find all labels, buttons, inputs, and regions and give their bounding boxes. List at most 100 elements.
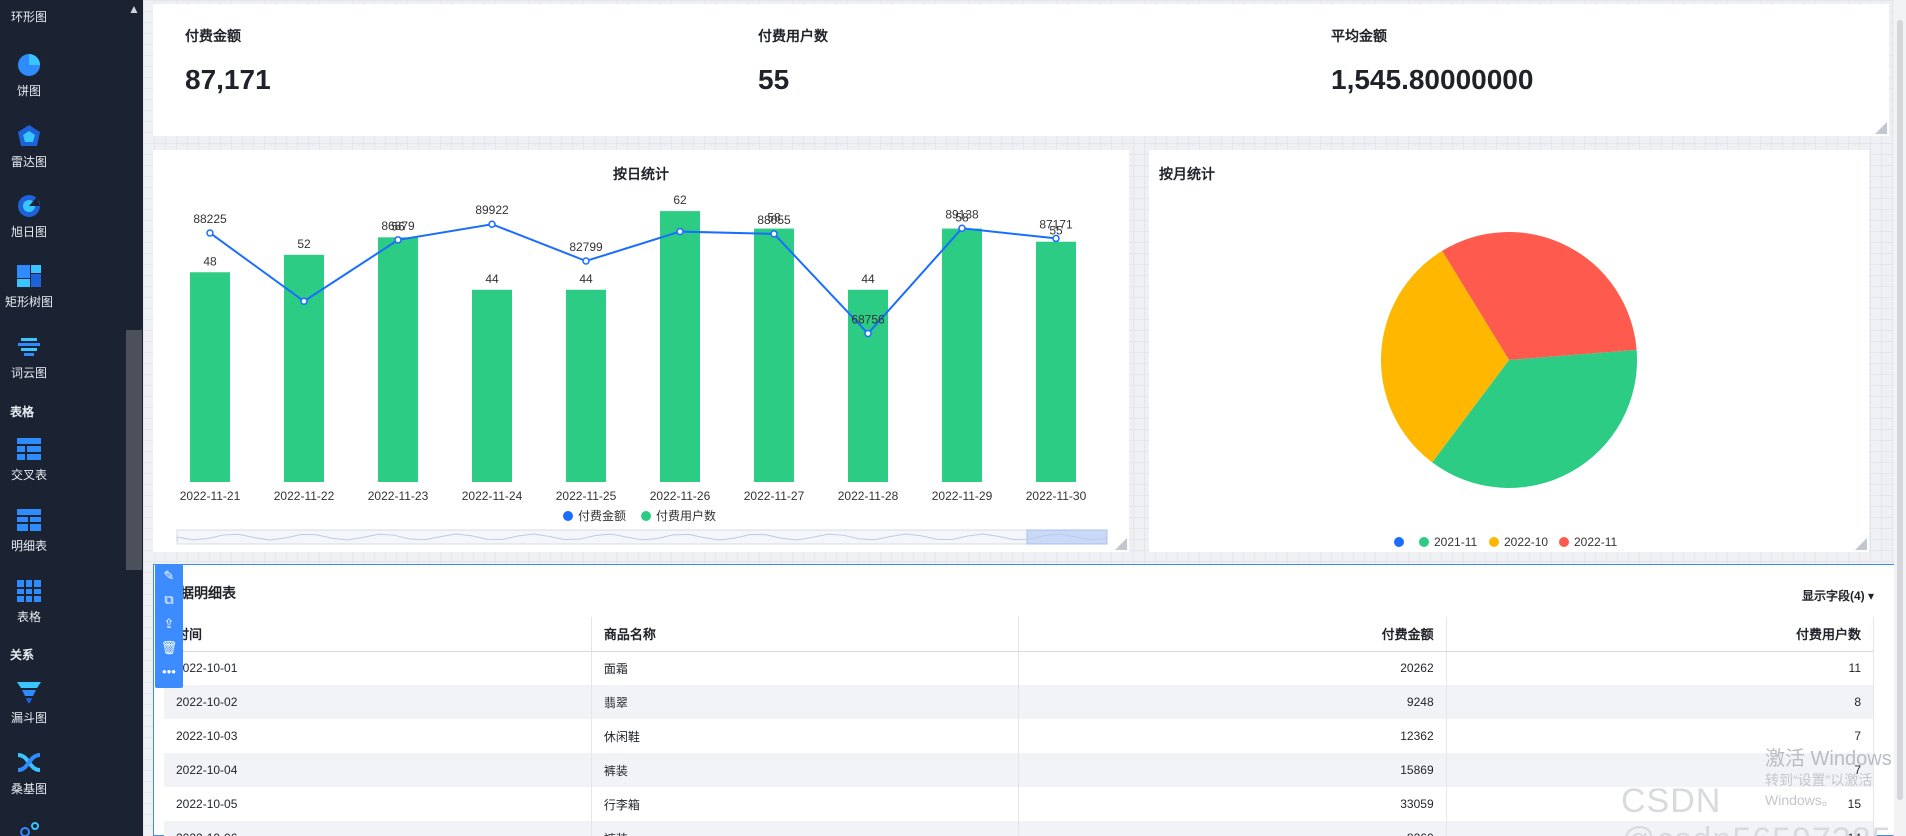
- sidebar-item-donut[interactable]: 环形图: [0, 0, 58, 25]
- table-row[interactable]: 2022-10-01 面霜 20262 11: [164, 651, 1875, 685]
- resize-handle[interactable]: [1115, 538, 1127, 550]
- x-tick-label: 2022-11-27: [744, 489, 805, 503]
- line-data-label: 82799: [569, 240, 603, 254]
- table-header-row: 时间 商品名称 付费金额 付费用户数: [164, 617, 1875, 652]
- copy-icon[interactable]: ⧉: [155, 588, 183, 612]
- cell-amount: 33059: [1018, 787, 1447, 821]
- bar-data-label: 44: [485, 272, 499, 286]
- cell-users: 8: [1446, 685, 1875, 719]
- table-row[interactable]: 2022-10-02 翡翠 9248 8: [164, 685, 1875, 719]
- table-row[interactable]: 2022-10-05 行李箱 33059 15: [164, 787, 1875, 821]
- sidebar-item-sankey[interactable]: 桑基图: [0, 750, 58, 797]
- bar-data-label: 44: [861, 272, 875, 286]
- delete-icon[interactable]: 🗑: [155, 636, 183, 660]
- chevron-down-icon: ▾: [1867, 589, 1874, 603]
- cell-time: 2022-10-04: [164, 753, 592, 787]
- kpi-title: 付费用户数: [758, 28, 828, 44]
- sidebar-item-label: 明细表: [10, 539, 47, 553]
- kpi-title: 付费金额: [185, 28, 241, 44]
- sidebar-item-detail-table[interactable]: 明细表: [0, 507, 58, 554]
- resize-handle[interactable]: [1855, 538, 1867, 550]
- cell-product: 休闲鞋: [591, 719, 1020, 753]
- legend-label: 2022-11: [1574, 535, 1617, 549]
- sidebar-scrollbar[interactable]: [126, 330, 142, 570]
- sidebar-item-label: 旭日图: [10, 225, 47, 239]
- sidebar-item-treemap[interactable]: 矩形树图: [0, 263, 58, 310]
- daily-chart-panel[interactable]: 按日统计 48 2022-11-21 52 2022-11-22 56 2022-11-2…: [153, 150, 1129, 552]
- sidebar-item-table[interactable]: 表格: [0, 578, 58, 625]
- column-header-time[interactable]: 时间: [164, 617, 592, 652]
- scrollbar-thumb[interactable]: [1897, 20, 1903, 800]
- section-relation: 关系: [10, 648, 35, 662]
- bar-paid-users: [660, 211, 700, 482]
- bar-paid-users: [378, 237, 418, 482]
- sidebar-item-label: 饼图: [16, 84, 41, 98]
- cell-time: 2022-10-02: [164, 685, 592, 719]
- cross-table-icon: [17, 438, 41, 460]
- column-header-product[interactable]: 商品名称: [591, 617, 1020, 652]
- cell-amount: 15869: [1018, 753, 1447, 787]
- column-header-users[interactable]: 付费用户数: [1446, 617, 1875, 652]
- sidebar-item-wordcloud[interactable]: 词云图: [0, 334, 58, 381]
- table-icon: [17, 580, 41, 602]
- sidebar-item-sunburst[interactable]: 旭日图: [0, 193, 58, 240]
- x-tick-label: 2022-11-23: [368, 489, 429, 503]
- cell-users: 11: [1446, 651, 1875, 685]
- sidebar-item-label: 环形图: [10, 10, 47, 24]
- resize-handle[interactable]: [1875, 122, 1887, 134]
- sidebar-item-cross-table[interactable]: 交叉表: [0, 436, 58, 483]
- line-data-label: 88225: [193, 212, 227, 226]
- bar-paid-users: [1036, 241, 1076, 482]
- line-point: [864, 329, 872, 338]
- cell-product: 行李箱: [591, 787, 1020, 821]
- cell-amount: 20262: [1018, 651, 1447, 685]
- x-tick-label: 2022-11-25: [556, 489, 617, 503]
- sidebar-item-funnel[interactable]: 漏斗图: [0, 679, 58, 726]
- more-icon[interactable]: •••: [155, 660, 183, 684]
- kpi-panel[interactable]: 付费金额 87,171 付费用户数 55 平均金额 1,545.80000000: [153, 4, 1889, 136]
- legend-label-paid-amount: 付费金额: [578, 508, 626, 523]
- line-point: [488, 220, 496, 228]
- dashboard-canvas: 付费金额 87,171 付费用户数 55 平均金额 1,545.80000000…: [143, 0, 1906, 836]
- kpi-paid-users: 付费用户数 55: [758, 26, 828, 96]
- daily-combo-chart: 482022-11-21522022-11-22562022-11-234420…: [176, 193, 1108, 545]
- monthly-chart-panel[interactable]: 按月统计 2021-11 2022-10 2022-11: [1149, 150, 1869, 552]
- line-point: [770, 230, 778, 238]
- sidebar-item-label: 交叉表: [10, 468, 47, 482]
- sidebar-item-label: 表格: [16, 610, 41, 624]
- scroll-up-arrow-icon[interactable]: ▲: [128, 2, 140, 16]
- table-row[interactable]: 2022-10-04 裤装 15869 7: [164, 753, 1875, 787]
- table-row[interactable]: 2022-10-03 休闲鞋 12362 7: [164, 719, 1875, 753]
- legend-marker: [1419, 537, 1429, 547]
- kpi-title: 平均金额: [1331, 28, 1387, 44]
- bar-data-label: 44: [579, 272, 593, 286]
- show-fields-button[interactable]: 显示字段(4) ▾: [1802, 587, 1874, 604]
- kpi-paid-amount: 付费金额 87,171: [185, 26, 271, 96]
- treemap-icon: [17, 265, 41, 287]
- page-scrollbar[interactable]: [1894, 0, 1906, 836]
- edit-icon[interactable]: ✎: [155, 564, 183, 588]
- line-data-label: 89138: [945, 207, 979, 221]
- word-cloud-icon: [18, 338, 40, 356]
- legend-marker: [1394, 537, 1404, 547]
- column-header-amount[interactable]: 付费金额: [1018, 617, 1447, 652]
- sankey-chart-icon: [17, 753, 41, 772]
- section-table: 表格: [10, 405, 35, 419]
- line-point: [394, 236, 402, 244]
- table-row[interactable]: 2022-10-06 裤装 8260 14: [164, 821, 1875, 836]
- x-tick-label: 2022-11-28: [838, 489, 899, 503]
- legend-marker-paid-amount: [563, 511, 573, 521]
- bar-paid-users: [566, 289, 606, 482]
- cell-amount: 8260: [1018, 821, 1447, 836]
- sidebar-item-more[interactable]: [0, 818, 58, 836]
- sidebar-item-pie[interactable]: 饼图: [0, 52, 58, 99]
- cell-amount: 9248: [1018, 685, 1447, 719]
- line-data-label: 68756: [851, 313, 885, 327]
- legend-label-paid-users: 付费用户数: [656, 508, 716, 523]
- line-point: [676, 227, 684, 236]
- bar-paid-users: [284, 254, 324, 482]
- sidebar-item-radar[interactable]: 雷达图: [0, 123, 58, 170]
- export-icon[interactable]: ⇪: [155, 612, 183, 636]
- windows-activation-title: 激活 Windows: [1765, 748, 1892, 770]
- cell-time: 2022-10-01: [164, 651, 592, 685]
